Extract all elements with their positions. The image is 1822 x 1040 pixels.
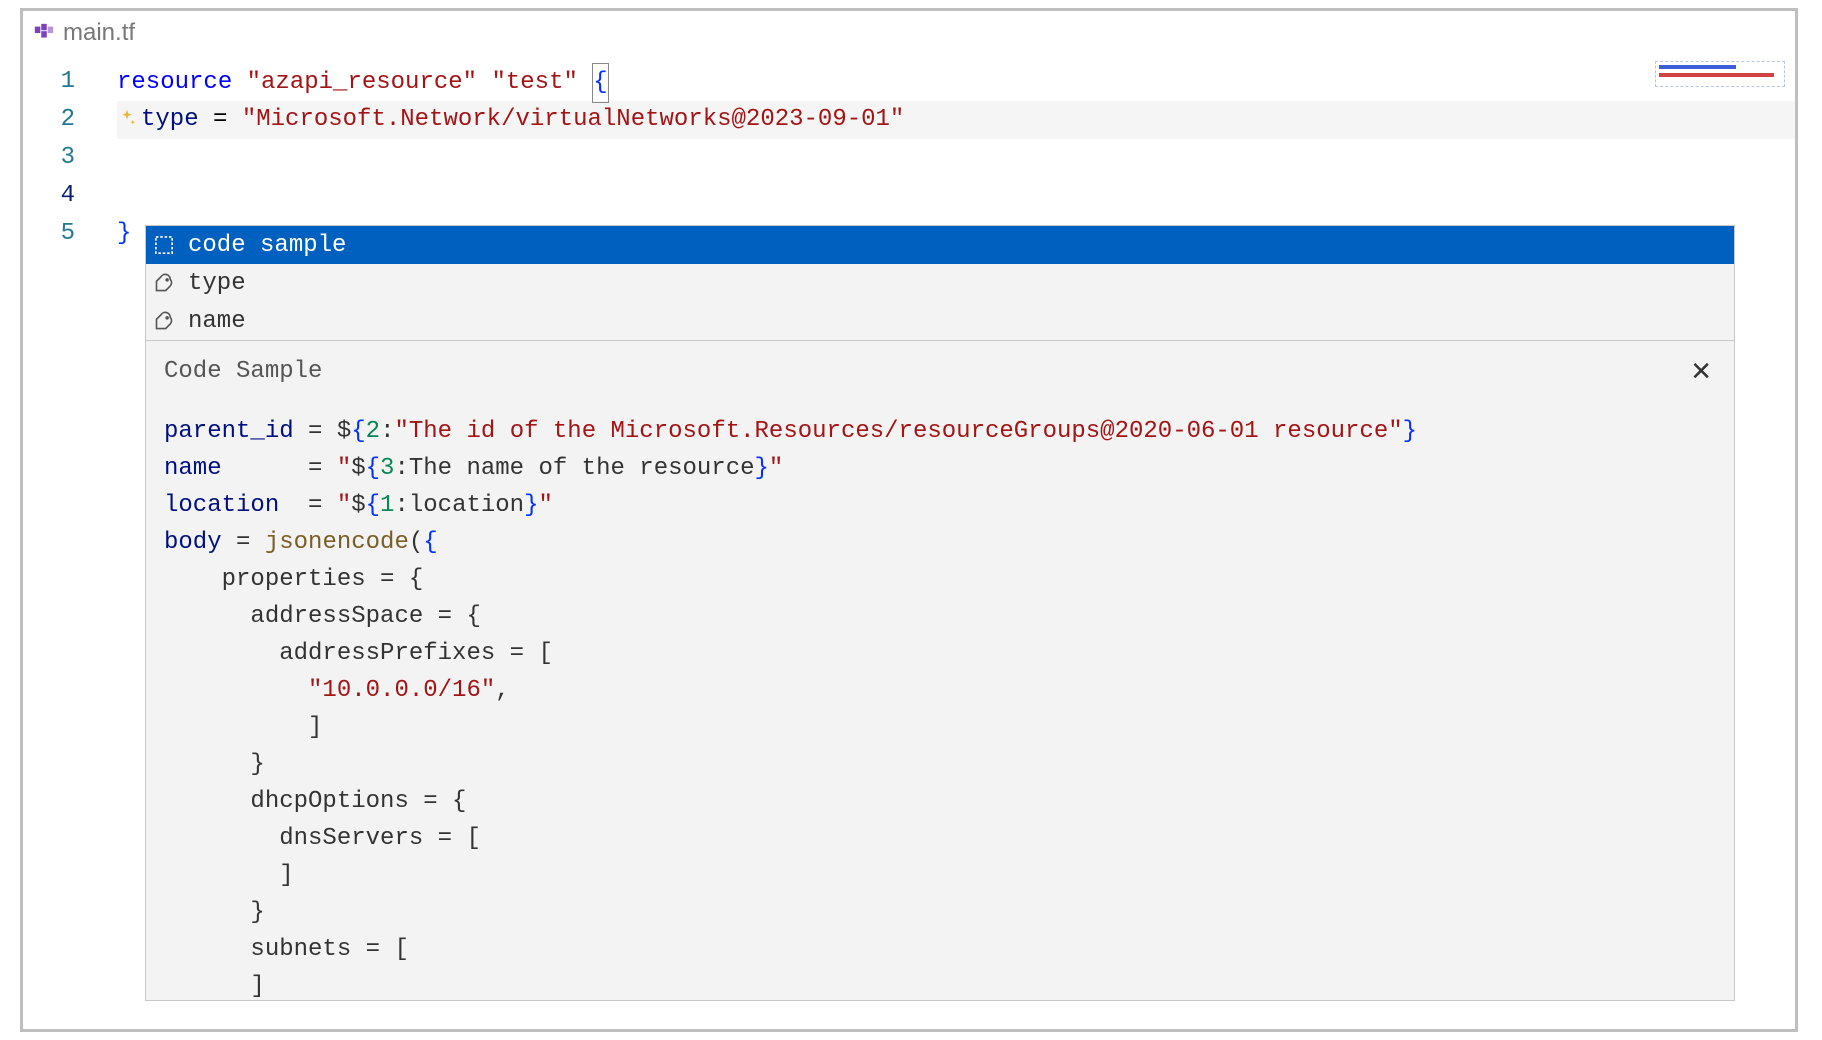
file-tab[interactable]: main.tf [33, 19, 135, 47]
property-icon [152, 309, 176, 333]
line-number: 3 [23, 139, 117, 177]
suggestion-label: type [188, 270, 246, 297]
brace-close: } [117, 220, 131, 247]
suggestion-label: code sample [188, 232, 346, 259]
suggestion-popup[interactable]: code sample type name [145, 225, 1735, 341]
tab-bar: main.tf [23, 11, 1795, 55]
suggestion-item-name[interactable]: name [146, 302, 1734, 340]
string-resource-name: "test" [491, 69, 577, 96]
code-line[interactable]: type = "Microsoft.Network/virtualNetwork… [117, 101, 1795, 139]
close-icon: ✕ [1690, 356, 1712, 386]
line-number: 4 [23, 177, 117, 215]
equals: = [199, 106, 242, 133]
suggestion-item-code-sample[interactable]: code sample [146, 226, 1734, 264]
minimap[interactable] [1655, 61, 1785, 87]
line-number: 5 [23, 215, 117, 253]
code-line[interactable]: resource "azapi_resource" "test" { [117, 63, 1795, 101]
snippet-icon [152, 233, 176, 257]
code-line[interactable] [117, 177, 1795, 215]
code-line[interactable] [117, 139, 1795, 177]
property-icon [152, 271, 176, 295]
keyword-resource: resource [117, 69, 232, 96]
editor-frame: main.tf 1 2 3 4 5 resource "azapi_resour… [20, 8, 1798, 1032]
string-type-value: "Microsoft.Network/virtualNetworks@2023-… [242, 106, 905, 133]
line-number: 2 [23, 101, 117, 139]
string-resource-type: "azapi_resource" [247, 69, 477, 96]
sparkle-icon [117, 104, 139, 126]
terraform-icon [33, 22, 55, 44]
documentation-header: Code Sample ✕ [164, 352, 1716, 391]
documentation-panel: Code Sample ✕ parent_id = ${2:"The id of… [145, 339, 1735, 1001]
line-number: 1 [23, 63, 117, 101]
tab-filename: main.tf [63, 19, 135, 47]
attr-type: type [141, 106, 199, 133]
suggestion-item-type[interactable]: type [146, 264, 1734, 302]
close-button[interactable]: ✕ [1686, 352, 1716, 391]
suggestion-label: name [188, 308, 246, 335]
documentation-body: parent_id = ${2:"The id of the Microsoft… [164, 413, 1716, 1001]
documentation-title: Code Sample [164, 358, 322, 385]
brace-open: { [592, 63, 608, 103]
line-gutter: 1 2 3 4 5 [23, 55, 117, 1029]
